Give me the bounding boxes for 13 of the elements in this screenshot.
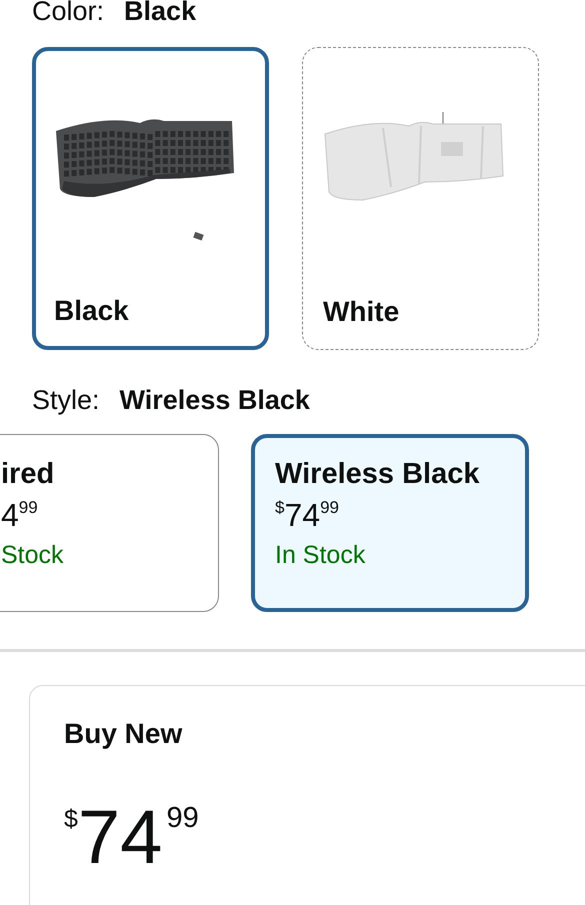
selected-variation: Black [124, 0, 196, 24]
color-option-label: White [323, 295, 400, 329]
buy-box-title: Buy New [64, 717, 184, 751]
color-option-label: Black [54, 294, 129, 328]
color-option-card[interactable]: White [302, 47, 539, 350]
selected-variation: Wireless Black [120, 384, 310, 416]
stock-status: Stock [1, 540, 65, 571]
style-option-name: Wireless Black [275, 457, 480, 491]
style-option-name: ired [1, 457, 56, 491]
stock-status: In Stock [275, 540, 366, 571]
color-option-card[interactable]: Black [32, 47, 269, 350]
variation-label: Color: [32, 0, 104, 24]
variation-label: Style: [32, 384, 100, 416]
